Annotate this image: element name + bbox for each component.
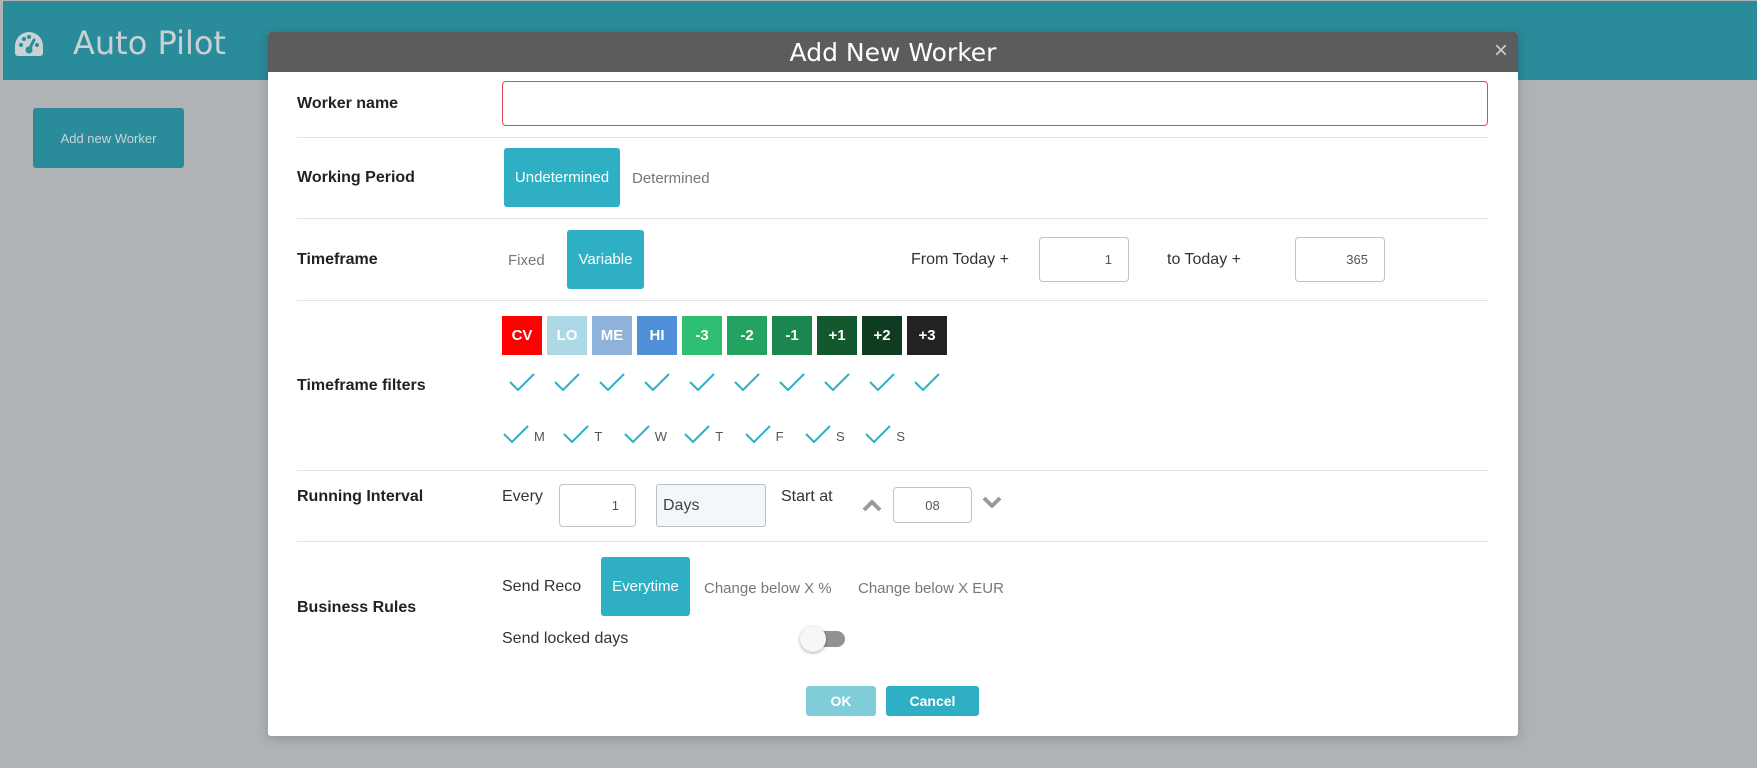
timeframe-filter-3[interactable]: ME (592, 316, 632, 355)
checkmark-icon[interactable] (913, 372, 941, 392)
day-label: W (654, 429, 668, 444)
timeframe-fixed-button[interactable]: Fixed (508, 250, 558, 270)
every-interval-input[interactable] (559, 484, 636, 527)
every-label: Every (502, 488, 543, 505)
app-title: Auto Pilot (73, 24, 226, 62)
day-label: T (594, 429, 603, 444)
send-locked-days-label: Send locked days (502, 630, 629, 647)
checkmark-icon[interactable] (643, 372, 671, 392)
timeframe-filter-4[interactable]: HI (637, 316, 677, 355)
day-checkmark-icon[interactable] (864, 424, 892, 444)
interval-unit-select[interactable]: Days (656, 484, 766, 527)
timeframe-filter-9[interactable]: +2 (862, 316, 902, 355)
add-new-worker-button[interactable]: Add new Worker (33, 108, 184, 168)
timeframe-filter-8[interactable]: +1 (817, 316, 857, 355)
working-period-undetermined-button[interactable]: Undetermined (504, 148, 620, 207)
cancel-button[interactable]: Cancel (886, 686, 979, 716)
day-checkmark-icon[interactable] (502, 424, 530, 444)
timeframe-label: Timeframe (297, 251, 378, 268)
chevron-down-icon[interactable] (982, 494, 1002, 510)
ok-button[interactable]: OK (806, 686, 876, 716)
timeframe-filter-7[interactable]: -1 (772, 316, 812, 355)
timeframe-variable-button[interactable]: Variable (567, 230, 644, 289)
from-today-input[interactable] (1039, 237, 1129, 282)
timeframe-filter-2[interactable]: LO (547, 316, 587, 355)
timeframe-filter-10[interactable]: +3 (907, 316, 947, 355)
toggle-knob (800, 626, 826, 652)
day-checkmark-icon[interactable] (804, 424, 832, 444)
timeframe-filter-1[interactable]: CV (502, 316, 542, 355)
divider (297, 470, 1488, 471)
divider (297, 300, 1488, 301)
timeframe-filters-label: Timeframe filters (297, 377, 426, 394)
day-checkmark-icon[interactable] (562, 424, 590, 444)
working-period-determined-button[interactable]: Determined (632, 168, 716, 188)
checkmark-icon[interactable] (868, 372, 896, 392)
checkmark-icon[interactable] (508, 372, 536, 392)
start-at-hour-input[interactable] (893, 487, 972, 523)
send-reco-change-eur-button[interactable]: Change below X EUR (858, 578, 1008, 598)
divider (297, 218, 1488, 219)
to-today-label: to Today + (1167, 251, 1241, 268)
day-checkmark-icon[interactable] (623, 424, 651, 444)
checkmark-icon[interactable] (553, 372, 581, 392)
business-rules-label: Business Rules (297, 599, 417, 616)
modal-header: Add New Worker × (268, 32, 1518, 72)
from-today-label: From Today + (911, 251, 1009, 268)
timeframe-filter-6[interactable]: -2 (727, 316, 767, 355)
timeframe-filter-5[interactable]: -3 (682, 316, 722, 355)
day-label: T (715, 429, 724, 444)
day-label: F (775, 429, 784, 444)
send-reco-label: Send Reco (502, 578, 582, 595)
checkmark-icon[interactable] (688, 372, 716, 392)
send-reco-change-percent-button[interactable]: Change below X % (704, 578, 834, 598)
send-locked-days-toggle[interactable] (800, 626, 846, 652)
chevron-up-icon[interactable] (862, 497, 882, 513)
start-at-label: Start at (781, 488, 833, 505)
running-interval-label: Running Interval (297, 488, 424, 505)
dashboard-gauge-icon (15, 32, 43, 56)
to-today-input[interactable] (1295, 237, 1385, 282)
worker-name-label: Worker name (297, 95, 399, 112)
add-worker-modal: Add New Worker × Worker name Working Per… (268, 32, 1518, 736)
worker-name-input[interactable] (502, 81, 1488, 126)
day-label: S (836, 429, 845, 444)
checkmark-icon[interactable] (733, 372, 761, 392)
day-label: M (534, 429, 545, 444)
working-period-label: Working Period (297, 169, 415, 186)
send-reco-everytime-button[interactable]: Everytime (601, 557, 690, 616)
day-label: S (896, 429, 906, 444)
divider (297, 137, 1488, 138)
day-checkmark-icon[interactable] (744, 424, 772, 444)
divider (297, 541, 1488, 542)
modal-title: Add New Worker (789, 38, 997, 67)
checkmark-icon[interactable] (598, 372, 626, 392)
checkmark-icon[interactable] (778, 372, 806, 392)
day-checkmark-icon[interactable] (683, 424, 711, 444)
close-icon[interactable]: × (1490, 39, 1512, 63)
checkmark-icon[interactable] (823, 372, 851, 392)
